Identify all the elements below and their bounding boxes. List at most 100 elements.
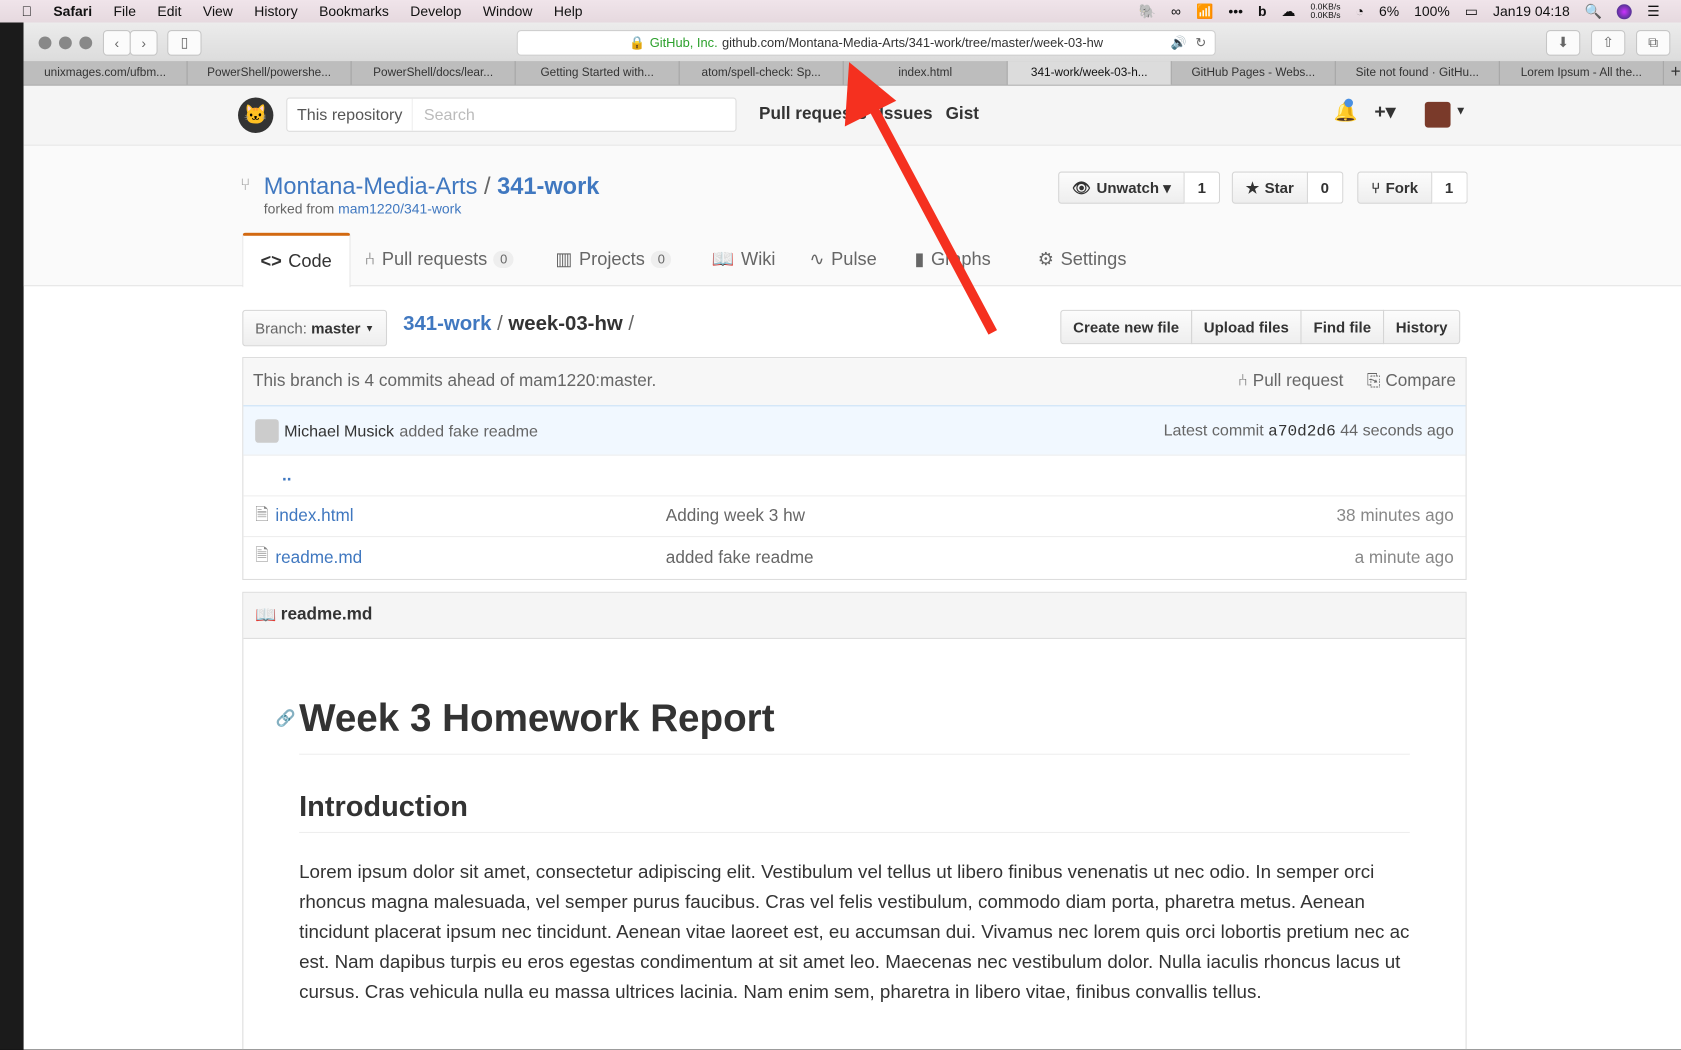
apple-icon[interactable]:  <box>21 3 31 19</box>
readme-subheading: Introduction <box>299 790 1410 834</box>
forward-button[interactable]: › <box>129 30 158 56</box>
project-icon: ▥ <box>555 248 573 270</box>
browser-tab[interactable]: Site not found · GitHu... <box>1336 61 1500 85</box>
unwatch-label: Unwatch ▾ <box>1096 178 1171 196</box>
tab-projects[interactable]: ▥ Projects 0 <box>555 235 672 284</box>
browser-tab[interactable]: PowerShell/docs/lear... <box>352 61 516 85</box>
file-link[interactable]: index.html <box>275 507 353 526</box>
search-box[interactable]: This repository Search <box>286 97 737 132</box>
menu-file[interactable]: File <box>114 3 136 19</box>
evernote-icon[interactable]: 🐘 <box>1139 3 1156 20</box>
tab-label: Settings <box>1060 248 1127 270</box>
compare-link[interactable]: ⎘ Compare <box>1367 372 1456 391</box>
audio-icon[interactable]: 🔊 <box>1171 35 1187 50</box>
nav-gist[interactable]: Gist <box>946 105 979 124</box>
avatar[interactable] <box>1424 101 1451 128</box>
watchers-count[interactable]: 1 <box>1184 171 1220 204</box>
file-age: 38 minutes ago <box>1336 507 1454 526</box>
create-new-file-button[interactable]: Create new file <box>1060 309 1192 345</box>
forked-from: forked from mam1220/341-work <box>264 200 462 216</box>
menu-help[interactable]: Help <box>554 3 583 19</box>
notification-center-icon[interactable]: ☰ <box>1647 3 1659 20</box>
cloud-icon[interactable]: ☁ <box>1282 3 1296 20</box>
menu-bookmarks[interactable]: Bookmarks <box>319 3 389 19</box>
file-commit-message[interactable]: added fake readme <box>666 548 814 567</box>
github-logo-icon[interactable]: 🐱 <box>238 97 274 133</box>
nav-pull-requests[interactable]: Pull requests <box>759 105 867 124</box>
b-icon[interactable]: b <box>1258 3 1267 19</box>
browser-tab[interactable]: 341-work/week-03-h... <box>1007 61 1172 85</box>
tab-pulse[interactable]: ∿ Pulse <box>809 235 876 284</box>
repo-name-link[interactable]: 341-work <box>497 173 599 200</box>
tab-graphs[interactable]: ▮ Graphs <box>915 235 991 284</box>
search-input[interactable]: Search <box>413 106 475 124</box>
menu-history[interactable]: History <box>254 3 297 19</box>
breadcrumb-root-link[interactable]: 341-work <box>403 313 491 336</box>
menu-edit[interactable]: Edit <box>157 3 181 19</box>
menu-develop[interactable]: Develop <box>410 3 461 19</box>
nav-issues[interactable]: Issues <box>879 105 932 124</box>
anchor-link-icon[interactable]: 🔗 <box>276 709 296 728</box>
menu-app[interactable]: Safari <box>53 3 92 19</box>
tab-code[interactable]: <> Code <box>242 232 351 288</box>
address-bar[interactable]: 🔒 GitHub, Inc. github.com/Montana-Media-… <box>516 30 1216 56</box>
sidebar-icon[interactable]: ▯ <box>167 30 202 56</box>
file-icon: 🗎 <box>255 505 269 524</box>
file-link[interactable]: readme.md <box>275 548 362 567</box>
forks-count[interactable]: 1 <box>1432 171 1468 204</box>
browser-tab[interactable]: index.html <box>844 61 1008 85</box>
browser-tab[interactable]: Lorem Ipsum - All the... <box>1500 61 1664 85</box>
fork-button[interactable]: ⑂ Fork <box>1357 171 1433 204</box>
close-window-button[interactable] <box>38 36 52 50</box>
downloads-icon[interactable]: ⬇ <box>1545 30 1581 56</box>
create-new-menu[interactable]: +▾ <box>1374 101 1395 124</box>
commit-message[interactable]: added fake readme <box>399 422 538 440</box>
tab-wiki[interactable]: 📖 Wiki <box>712 235 776 284</box>
pull-request-link[interactable]: ⑃ Pull request <box>1238 372 1344 391</box>
find-file-button[interactable]: Find file <box>1300 309 1384 345</box>
repo-owner-link[interactable]: Montana-Media-Arts <box>264 173 478 200</box>
infinity-icon[interactable]: ∞ <box>1171 3 1181 19</box>
parent-dir-row[interactable]: .. <box>243 454 1466 497</box>
menu-view[interactable]: View <box>203 3 233 19</box>
zoom-window-button[interactable] <box>79 36 93 50</box>
history-button[interactable]: History <box>1382 309 1461 345</box>
menu-window[interactable]: Window <box>483 3 533 19</box>
clock[interactable]: Jan19 04:18 <box>1493 3 1570 19</box>
browser-tab[interactable]: PowerShell/powershe... <box>188 61 352 85</box>
commit-sha[interactable]: a70d2d6 <box>1268 422 1336 440</box>
upload-files-button[interactable]: Upload files <box>1190 309 1302 345</box>
commit-author[interactable]: Michael Musick <box>284 422 394 440</box>
stars-count[interactable]: 0 <box>1307 171 1343 204</box>
new-tab-button[interactable]: + <box>1664 61 1681 85</box>
browser-tab[interactable]: unixmages.com/ufbm... <box>24 61 188 85</box>
browser-tab[interactable]: GitHub Pages - Webs... <box>1172 61 1336 85</box>
more-icon[interactable]: ••• <box>1228 3 1243 19</box>
parent-dir-link[interactable]: .. <box>282 466 292 485</box>
spotlight-icon[interactable]: 🔍 <box>1585 3 1602 20</box>
battery-icon[interactable]: ▭ <box>1465 3 1478 20</box>
pull-request-icon: ⑃ <box>364 248 376 270</box>
share-icon[interactable]: ⇧ <box>1590 30 1626 56</box>
browser-tab[interactable]: atom/spell-check: Sp... <box>680 61 844 85</box>
cpu-pie-icon: ◔ <box>1355 3 1364 20</box>
tab-settings[interactable]: ⚙ Settings <box>1038 235 1127 284</box>
reload-icon[interactable]: ↻ <box>1195 35 1206 50</box>
star-button[interactable]: ★ Star <box>1231 171 1308 204</box>
branch-selector[interactable]: Branch: master ▼ <box>242 309 388 347</box>
browser-tab[interactable]: Getting Started with... <box>516 61 680 85</box>
forked-from-link[interactable]: mam1220/341-work <box>338 200 461 216</box>
readme-filename: readme.md <box>280 605 373 624</box>
tabs-overview-icon[interactable]: ⧉ <box>1636 30 1671 56</box>
branch-status-bar: This branch is 4 commits ahead of mam122… <box>243 358 1466 406</box>
tab-pull-requests[interactable]: ⑃ Pull requests 0 <box>365 235 514 284</box>
file-commit-message[interactable]: Adding week 3 hw <box>666 507 805 526</box>
wifi-icon[interactable]: 📶 <box>1196 3 1213 20</box>
back-button[interactable]: ‹ <box>102 30 131 56</box>
siri-icon[interactable] <box>1617 3 1633 19</box>
repo-separator: / <box>483 172 491 200</box>
unwatch-button[interactable]: 👁 Unwatch ▾ <box>1058 171 1185 204</box>
avatar-dropdown-icon[interactable]: ▼ <box>1455 105 1467 118</box>
star-group: ★ Star 0 <box>1231 171 1343 204</box>
minimize-window-button[interactable] <box>58 36 72 50</box>
